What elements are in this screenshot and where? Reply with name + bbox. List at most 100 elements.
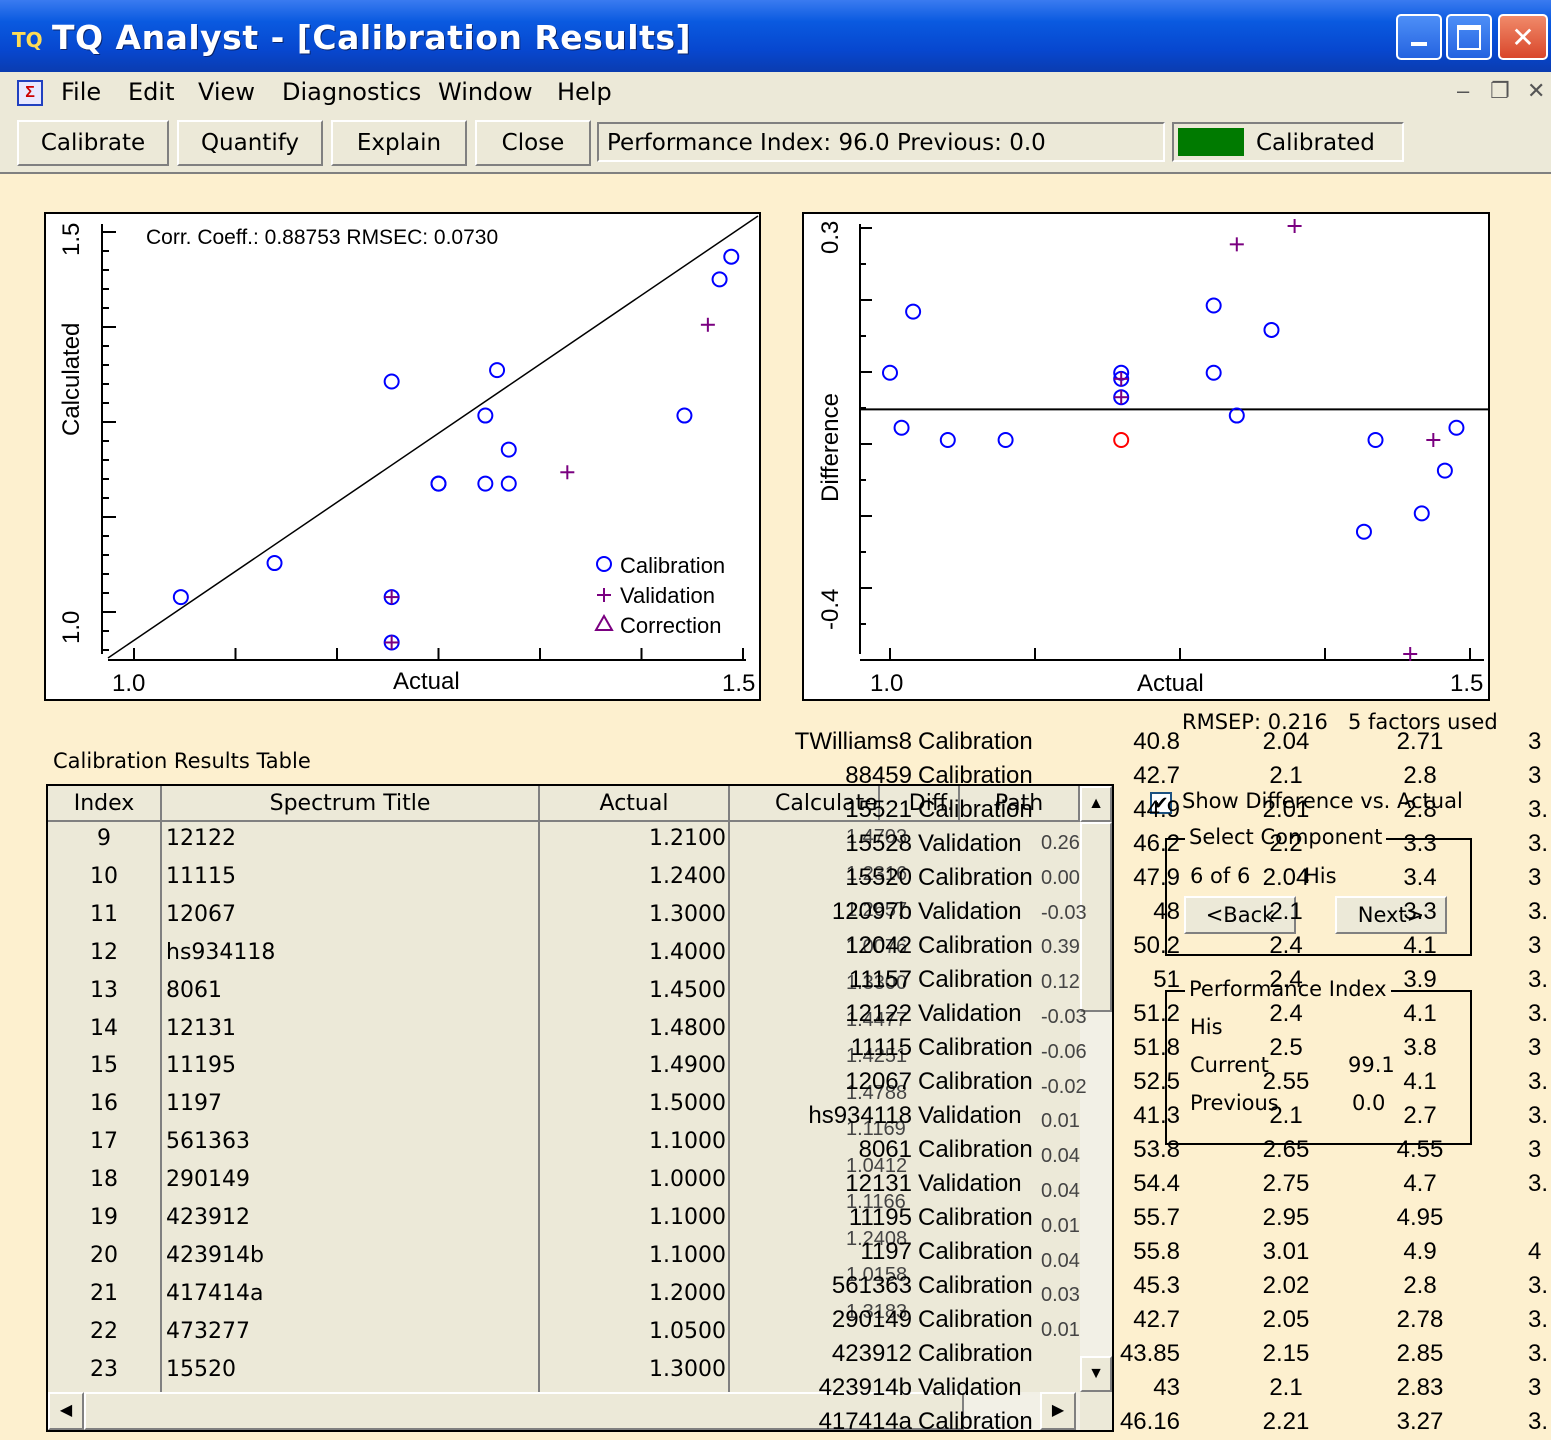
calibration-point — [1448, 419, 1465, 436]
cell-actual: 1.2100 — [649, 826, 726, 851]
menu-edit[interactable]: Edit — [128, 78, 174, 106]
calibration-point — [430, 475, 447, 492]
table-row[interactable]: 23 15520 1.3000 — [48, 1351, 1080, 1389]
maximize-button[interactable] — [1446, 14, 1492, 60]
cell-actual: 1.2000 — [649, 1280, 726, 1306]
cell-title: 473277 — [166, 1318, 250, 1344]
column-header-title[interactable]: Spectrum Title — [162, 786, 540, 822]
child-minimize-icon[interactable]: – — [1457, 78, 1469, 104]
calibration-point — [1205, 364, 1222, 381]
column-header-calculated[interactable]: Calculated — [730, 786, 892, 822]
correction-point — [1113, 432, 1130, 448]
validation-point — [1287, 219, 1302, 233]
document-icon[interactable]: Σ — [17, 80, 43, 106]
difference-plot[interactable] — [802, 212, 1490, 701]
column-header-diff[interactable]: Diff. — [880, 786, 960, 822]
menu-file[interactable]: File — [61, 78, 101, 106]
scroll-left-button[interactable]: ◀ — [48, 1392, 84, 1430]
minimize-button[interactable] — [1396, 14, 1442, 60]
cell-title: 15520 — [166, 1356, 236, 1382]
child-restore-icon[interactable]: ❐ — [1490, 78, 1510, 104]
table-row[interactable]: 18 290149 1.0000 — [48, 1161, 1080, 1199]
column-header-actual[interactable]: Actual — [540, 786, 730, 822]
toolbar-divider — [0, 172, 1551, 174]
app-icon: TQ — [12, 28, 43, 52]
cell-actual: 1.1000 — [649, 1205, 726, 1230]
scroll-up-button[interactable]: ▲ — [1080, 786, 1112, 822]
calibration-status: Calibrated — [1172, 122, 1404, 162]
overlay-c3: 4.7 — [1403, 1170, 1437, 1197]
validation-point — [1426, 433, 1441, 447]
table-row[interactable]: 16 1197 1.5000 — [48, 1085, 1080, 1123]
cell-index: 9 — [97, 826, 111, 851]
right-y-axis-label: Difference — [817, 393, 844, 502]
overlay-c4: 3. — [1528, 966, 1549, 993]
vertical-scrollbar-thumb[interactable] — [1080, 822, 1112, 1012]
overlay-c3: 2.8 — [1403, 762, 1437, 789]
select-component-label: Select Component — [1185, 825, 1387, 849]
cell-index: 19 — [90, 1205, 118, 1230]
overlay-c4: 4 — [1528, 1238, 1542, 1265]
column-header-index[interactable]: Index — [48, 786, 162, 822]
left-x-tick-1-0: 1.0 — [112, 670, 146, 697]
quantify-button[interactable]: Quantify — [177, 120, 323, 166]
cell-actual: 1.1000 — [649, 1129, 726, 1155]
column-header-path[interactable]: Path — [960, 786, 1080, 822]
menu-help[interactable]: Help — [557, 78, 612, 106]
overlay-c4: 3. — [1528, 796, 1549, 823]
explain-button[interactable]: Explain — [331, 120, 467, 166]
table-row[interactable]: 15 11195 1.4900 — [48, 1047, 1080, 1085]
menu-diagnostics[interactable]: Diagnostics — [282, 78, 421, 106]
column-divider — [160, 820, 162, 1392]
overlay-c4: 3 — [1528, 864, 1542, 891]
cell-actual: 1.4900 — [649, 1053, 726, 1079]
calibrate-button[interactable]: Calibrate — [17, 120, 169, 166]
legend-correction: Correction — [620, 613, 722, 638]
close-button[interactable]: Close — [475, 120, 591, 166]
table-row[interactable]: 19 423912 1.1000 — [48, 1199, 1080, 1237]
left-y-axis-label: Calculated — [58, 322, 85, 436]
calibration-point — [997, 432, 1014, 448]
overlay-names: TWilliams8 — [794, 728, 912, 755]
cell-index: 10 — [90, 863, 118, 889]
cell-title: 561363 — [166, 1129, 250, 1155]
table-row[interactable]: 12 hs934118 1.4000 — [48, 934, 1080, 972]
calibration-point — [1355, 523, 1372, 540]
current-label: Current — [1190, 1053, 1269, 1077]
child-close-icon[interactable]: ✕ — [1527, 78, 1545, 104]
legend-calibration: Calibration — [620, 553, 726, 578]
overlay-c4: 3. — [1528, 1272, 1549, 1299]
table-row[interactable]: 22 473277 1.0500 — [48, 1313, 1080, 1351]
scroll-down-button[interactable]: ▼ — [1080, 1356, 1112, 1392]
table-row[interactable]: 10 11115 1.2400 — [48, 858, 1080, 896]
table-row[interactable]: 9 12122 1.2100 — [48, 820, 1080, 858]
calibration-point — [1367, 432, 1384, 448]
horizontal-scrollbar-thumb[interactable] — [84, 1392, 964, 1430]
legend-correction-marker — [594, 613, 614, 631]
table-row[interactable]: 14 12131 1.4800 — [48, 1010, 1080, 1048]
overlay-c4: 3. — [1528, 1000, 1549, 1027]
table-row[interactable]: 11 12067 1.3000 — [48, 896, 1080, 934]
scroll-right-button[interactable]: ▶ — [1040, 1392, 1076, 1430]
previous-label: Previous — [1190, 1091, 1279, 1115]
table-row[interactable]: 17 561363 1.1000 — [48, 1123, 1080, 1161]
cell-title: 417414a — [166, 1280, 264, 1306]
calibration-point — [676, 407, 693, 424]
close-window-button[interactable]: ✕ — [1498, 14, 1548, 60]
overlay-c4: 3. — [1528, 1102, 1549, 1129]
rmsep-label: RMSEP: 0.216 — [1182, 710, 1328, 734]
show-difference-checkbox[interactable]: ✔ — [1150, 792, 1172, 814]
table-row[interactable]: 21 417414a 1.2000 — [48, 1275, 1080, 1313]
overlay-c3: 3.27 — [1396, 1408, 1444, 1435]
table-row[interactable]: 13 8061 1.4500 — [48, 972, 1080, 1010]
back-button[interactable]: <Back — [1184, 896, 1296, 934]
menu-window[interactable]: Window — [438, 78, 533, 106]
menu-view[interactable]: View — [198, 78, 255, 106]
right-y-tick-neg-0-4: -0.4 — [817, 588, 844, 630]
next-button[interactable]: Next> — [1335, 896, 1447, 934]
overlay-c2: 2.15 — [1262, 1340, 1310, 1367]
legend-validation: Validation — [620, 583, 715, 608]
left-y-tick-1-5: 1.5 — [58, 222, 85, 256]
cell-index: 15 — [90, 1053, 118, 1079]
table-row[interactable]: 20 423914b 1.1000 — [48, 1237, 1080, 1275]
